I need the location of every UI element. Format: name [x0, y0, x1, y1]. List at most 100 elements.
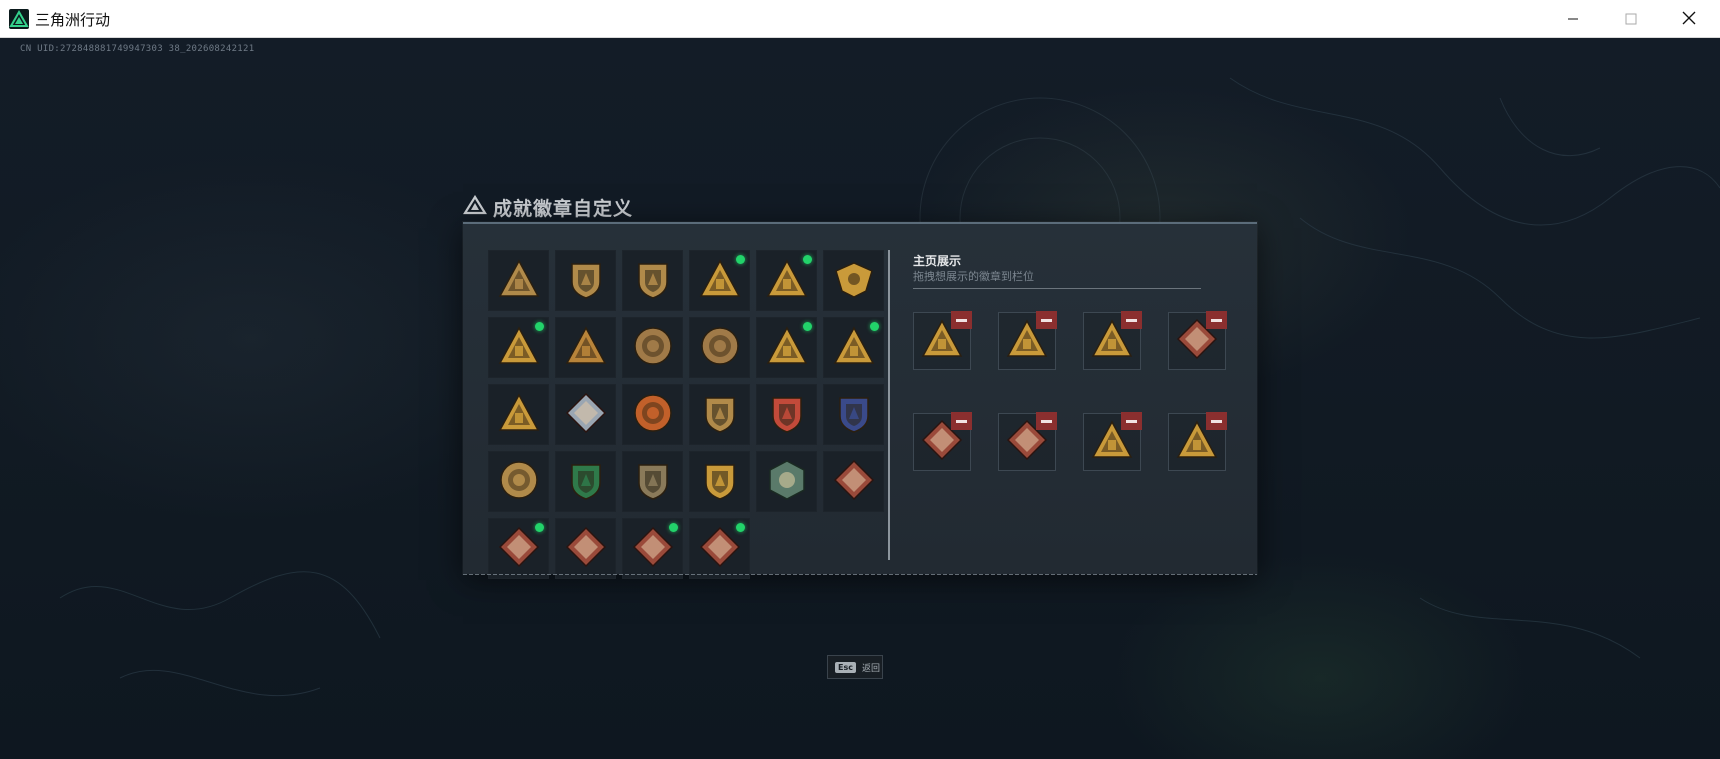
esc-back-label: 返回: [861, 663, 880, 674]
close-icon: [1682, 10, 1696, 29]
badge-cell[interactable]: [555, 384, 616, 445]
showcase-slot[interactable]: [1168, 412, 1227, 471]
remove-badge-button[interactable]: [1036, 311, 1057, 329]
remove-badge-button[interactable]: [1121, 412, 1142, 430]
remove-badge-button[interactable]: [1206, 311, 1227, 329]
badge-cell[interactable]: [689, 384, 750, 445]
minus-icon: [1126, 318, 1137, 322]
badge-cell[interactable]: [555, 451, 616, 512]
new-badge-indicator: [803, 322, 812, 331]
badge-collection-grid: [488, 250, 885, 579]
badge-cell[interactable]: [488, 451, 549, 512]
close-button[interactable]: [1661, 0, 1717, 38]
new-badge-indicator: [736, 523, 745, 532]
dialog-title: 成就徽章自定义: [493, 197, 634, 220]
number-one-badge-icon: [564, 324, 608, 372]
stag-triangle-badge-icon: [497, 391, 541, 439]
dragon-diamond-badge-icon: [832, 458, 876, 506]
showcase-slot[interactable]: [1083, 412, 1142, 471]
green-shield-badge-icon: [564, 458, 608, 506]
window-titlebar: 三角洲行动: [0, 0, 1720, 38]
showcase-slot[interactable]: [913, 311, 972, 370]
minus-icon: [1211, 419, 1222, 423]
badge-cell[interactable]: [689, 451, 750, 512]
showcase-slot[interactable]: [998, 311, 1057, 370]
remove-badge-button[interactable]: [1036, 412, 1057, 430]
star-compass-badge-icon: [631, 391, 675, 439]
new-badge-indicator: [535, 523, 544, 532]
dome-triangle-badge-icon: [497, 324, 541, 372]
badge-cell[interactable]: [488, 518, 549, 579]
delta-logo-icon: [463, 194, 487, 219]
badge-cell[interactable]: [689, 250, 750, 311]
remove-badge-button[interactable]: [951, 311, 972, 329]
new-badge-indicator: [669, 523, 678, 532]
esc-key-icon: Esc: [835, 661, 856, 673]
winged-shield-badge-icon: [698, 391, 742, 439]
minus-icon: [956, 318, 967, 322]
badge-cell[interactable]: [756, 317, 817, 378]
dragon-diamond-badge-icon: [497, 525, 541, 573]
round-emblem-badge-icon: [631, 324, 675, 372]
badge-cell[interactable]: [823, 451, 884, 512]
arrow-shield-badge-icon: [631, 257, 675, 305]
badge-cell[interactable]: [756, 451, 817, 512]
minimize-button[interactable]: [1545, 0, 1601, 38]
badge-cell[interactable]: [555, 250, 616, 311]
minus-icon: [1126, 419, 1137, 423]
badge-cell[interactable]: [756, 250, 817, 311]
remove-badge-button[interactable]: [1121, 311, 1142, 329]
window-title: 三角洲行动: [35, 11, 111, 29]
fortress-badge-icon: [765, 257, 809, 305]
round-crest-badge-icon: [698, 324, 742, 372]
showcase-slot[interactable]: [998, 412, 1057, 471]
badge-grid-scrollbar[interactable]: [888, 250, 890, 560]
badge-cell[interactable]: [488, 250, 549, 311]
maximize-icon: [1625, 10, 1637, 29]
badge-cell[interactable]: [823, 250, 884, 311]
serpent-diamond-badge-icon: [631, 525, 675, 573]
building-triangle-badge-icon: [765, 324, 809, 372]
lion-medallion-badge-icon: [497, 458, 541, 506]
dialog-bottom-border: [463, 574, 1257, 575]
app-logo-icon: [9, 9, 29, 29]
badge-cell[interactable]: [555, 518, 616, 579]
new-badge-indicator: [803, 255, 812, 264]
badge-cell[interactable]: [488, 317, 549, 378]
minus-icon: [1041, 419, 1052, 423]
badge-cell[interactable]: [622, 317, 683, 378]
badge-cell[interactable]: [823, 384, 884, 445]
new-badge-indicator: [535, 322, 544, 331]
badge-cell[interactable]: [622, 451, 683, 512]
badge-cell[interactable]: [622, 518, 683, 579]
rifle-shield-badge-icon: [631, 458, 675, 506]
showcase-divider: [913, 288, 1201, 289]
minus-icon: [1041, 318, 1052, 322]
maximize-button[interactable]: [1603, 0, 1659, 38]
badge-cell[interactable]: [689, 317, 750, 378]
showcase-slot[interactable]: [1168, 311, 1227, 370]
new-badge-indicator: [736, 255, 745, 264]
minus-icon: [1211, 318, 1222, 322]
badge-cell[interactable]: [689, 518, 750, 579]
badge-cell[interactable]: [622, 250, 683, 311]
remove-badge-button[interactable]: [1206, 412, 1227, 430]
badge-cell[interactable]: [488, 384, 549, 445]
esc-back-button[interactable]: Esc 返回: [827, 655, 883, 679]
badge-cell[interactable]: [622, 384, 683, 445]
eagle-crest-badge-icon: [832, 257, 876, 305]
badge-customization-dialog: 主页展示 拖拽想展示的徽章到栏位: [463, 222, 1257, 579]
showcase-subtitle: 拖拽想展示的徽章到栏位: [913, 270, 1034, 283]
shield-triangle-badge-icon: [497, 257, 541, 305]
remove-badge-button[interactable]: [951, 412, 972, 430]
badge-cell[interactable]: [555, 317, 616, 378]
new-badge-indicator: [870, 322, 879, 331]
badge-cell[interactable]: [823, 317, 884, 378]
showcase-slot[interactable]: [1083, 311, 1142, 370]
showcase-slot[interactable]: [913, 412, 972, 471]
soldier-triangle-badge-icon: [832, 324, 876, 372]
minimize-icon: [1567, 10, 1579, 29]
wheel-diamond-badge-icon: [698, 525, 742, 573]
badge-cell[interactable]: [756, 384, 817, 445]
star-shield-badge-icon: [765, 391, 809, 439]
